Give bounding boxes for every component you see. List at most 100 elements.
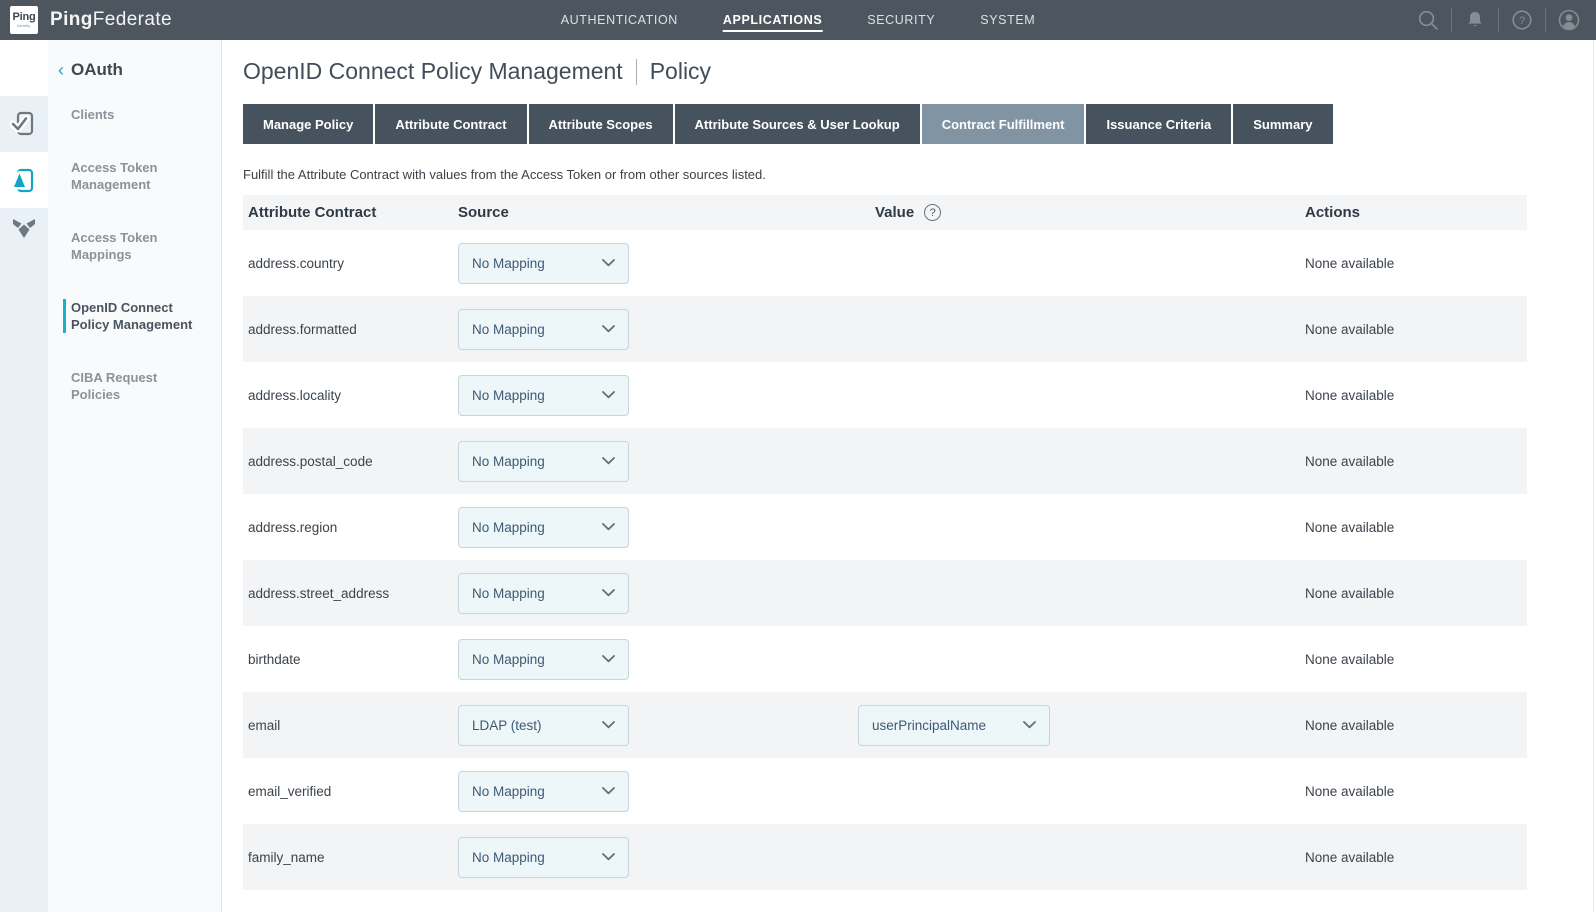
top-bar: Ping Identity. PingFederate AUTHENTICATI… [0,0,1596,40]
actions-text: None available [1305,454,1527,469]
tab-attribute-scopes[interactable]: Attribute Scopes [529,104,673,144]
sidebar-back-oauth[interactable]: ‹ OAuth [58,60,221,80]
source-select-value: No Mapping [472,850,545,865]
source-select[interactable]: LDAP (test) [458,705,629,746]
attribute-label: address.country [248,256,458,271]
column-header-attribute-contract: Attribute Contract [248,204,458,221]
scrollbar-track[interactable] [1593,40,1594,912]
chevron-down-icon [602,589,615,597]
page-description: Fulfill the Attribute Contract with valu… [243,167,1527,182]
notification-bell-icon[interactable] [1458,0,1492,40]
value-help-icon[interactable]: ? [924,204,941,221]
search-icon[interactable] [1411,0,1445,40]
nav-item-authentication[interactable]: AUTHENTICATION [561,9,678,32]
account-icon[interactable] [1552,0,1586,40]
column-header-value-label: Value [875,204,914,221]
sidebar-nav-list: Clients Access Token Management Access T… [48,106,221,403]
source-select[interactable]: No Mapping [458,309,629,350]
table-row: address.region No Mapping None available [243,494,1527,560]
ping-identity-logo: Ping Identity. [10,6,38,34]
sidebar-item-clients[interactable]: Clients [48,106,208,123]
oauth-token-icon-active[interactable] [9,166,39,196]
chevron-down-icon [602,655,615,663]
tab-summary[interactable]: Summary [1233,104,1332,144]
source-select[interactable]: No Mapping [458,573,629,614]
tab-manage-policy[interactable]: Manage Policy [243,104,373,144]
rail-band [0,208,48,912]
topbar-utility-icons: ? [1411,0,1586,40]
primary-nav: AUTHENTICATION APPLICATIONS SECURITY SYS… [561,0,1036,40]
column-header-value: Value ? [858,204,1305,221]
source-select-value: No Mapping [472,454,545,469]
attribute-label: address.locality [248,388,458,403]
attribute-label: email [248,718,458,733]
sidebar-item-access-token-management[interactable]: Access Token Management [48,159,208,193]
logo-subtext: Identity. [17,23,31,28]
attribute-label: address.formatted [248,322,458,337]
table-row: birthdate No Mapping None available [243,626,1527,692]
logo-text: Ping [12,12,35,23]
sidebar-item-ciba-request-policies[interactable]: CIBA Request Policies [48,369,208,403]
source-select-value: No Mapping [472,520,545,535]
title-divider [636,59,637,85]
column-header-actions: Actions [1305,204,1527,221]
tab-issuance-criteria[interactable]: Issuance Criteria [1086,104,1231,144]
divider [1545,8,1546,32]
tab-attribute-contract[interactable]: Attribute Contract [375,104,526,144]
table-row: email LDAP (test) userPrincipalName None… [243,692,1527,758]
attribute-label: email_verified [248,784,458,799]
attribute-label: family_name [248,850,458,865]
actions-text: None available [1305,850,1527,865]
table-row: address.country No Mapping None availabl… [243,230,1527,296]
page-title-secondary: Policy [650,58,711,85]
tab-attribute-sources-user-lookup[interactable]: Attribute Sources & User Lookup [675,104,920,144]
source-select[interactable]: No Mapping [458,441,629,482]
table-body: address.country No Mapping None availabl… [243,230,1527,890]
value-select[interactable]: userPrincipalName [858,705,1050,746]
chevron-down-icon [602,721,615,729]
source-select-value: LDAP (test) [472,718,542,733]
product-name-light: Federate [93,9,172,30]
source-select-value: No Mapping [472,586,545,601]
sidebar-section-title: OAuth [71,60,123,80]
clients-checklist-icon[interactable] [9,109,39,139]
table-row: address.formatted No Mapping None availa… [243,296,1527,362]
nav-item-security[interactable]: SECURITY [867,9,935,32]
source-select[interactable]: No Mapping [458,771,629,812]
source-select-value: No Mapping [472,388,545,403]
table-header: Attribute Contract Source Value ? Action… [243,195,1527,230]
tab-contract-fulfillment[interactable]: Contract Fulfillment [922,104,1085,144]
chevron-left-icon: ‹ [58,61,64,79]
source-select[interactable]: No Mapping [458,837,629,878]
nav-item-applications[interactable]: APPLICATIONS [723,9,822,32]
chevron-down-icon [602,787,615,795]
actions-text: None available [1305,652,1527,667]
source-select[interactable]: No Mapping [458,507,629,548]
table-row: address.street_address No Mapping None a… [243,560,1527,626]
nav-item-system[interactable]: SYSTEM [980,9,1035,32]
svg-text:?: ? [1519,15,1525,27]
chevron-down-icon [1023,721,1036,729]
page-title: OpenID Connect Policy Management Policy [243,58,1527,85]
source-select[interactable]: No Mapping [458,375,629,416]
chevron-down-icon [602,457,615,465]
column-header-source: Source [458,204,858,221]
source-select-value: No Mapping [472,256,545,271]
source-select[interactable]: No Mapping [458,243,629,284]
actions-text: None available [1305,784,1527,799]
attribute-label: address.postal_code [248,454,458,469]
sidebar-item-access-token-mappings[interactable]: Access Token Mappings [48,229,208,263]
source-select[interactable]: No Mapping [458,639,629,680]
shield-policies-icon[interactable] [9,213,39,243]
help-icon[interactable]: ? [1505,0,1539,40]
product-name: PingFederate [50,9,172,31]
chevron-down-icon [602,523,615,531]
chevron-down-icon [602,325,615,333]
actions-text: None available [1305,718,1527,733]
source-select-value: No Mapping [472,784,545,799]
actions-text: None available [1305,520,1527,535]
table-row: address.postal_code No Mapping None avai… [243,428,1527,494]
actions-text: None available [1305,388,1527,403]
value-select-value: userPrincipalName [872,718,986,733]
sidebar-item-openid-connect-policy-management[interactable]: OpenID Connect Policy Management [63,299,208,333]
